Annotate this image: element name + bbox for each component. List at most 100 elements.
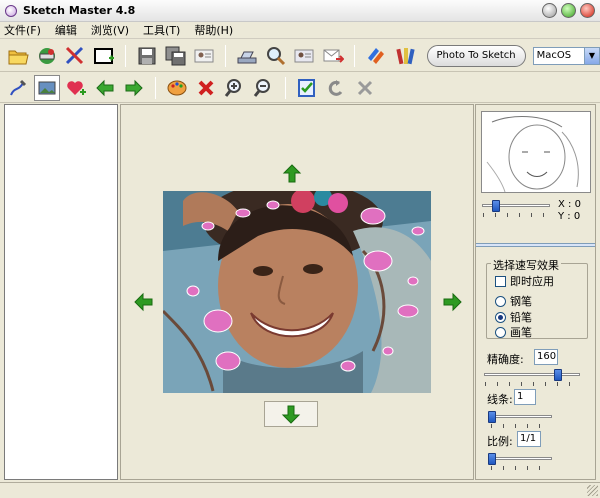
main-toolbar: Photo To Sketch MacOS ▼ bbox=[0, 40, 600, 72]
maximize-button[interactable] bbox=[561, 3, 576, 18]
menu-edit[interactable]: 编辑 bbox=[55, 22, 77, 38]
save-all-button[interactable] bbox=[163, 43, 189, 69]
magnifier-icon bbox=[266, 46, 285, 65]
open-folder-button[interactable] bbox=[5, 43, 31, 69]
ratio-slider-thumb[interactable] bbox=[488, 453, 496, 465]
menu-help[interactable]: 帮助(H) bbox=[194, 22, 233, 38]
precision-slider-track[interactable] bbox=[484, 373, 580, 376]
coordinate-readout: X : 0 Y : 0 bbox=[558, 199, 581, 223]
arrow-left-icon bbox=[134, 292, 153, 312]
effect-radio-pen[interactable]: 钢笔 bbox=[495, 293, 532, 309]
coord-y: Y : 0 bbox=[558, 211, 581, 222]
menu-bar: 文件(F) 编辑 浏览(V) 工具(T) 帮助(H) bbox=[0, 22, 600, 39]
toolbar-separator bbox=[354, 44, 356, 67]
brushes-icon bbox=[396, 47, 415, 64]
email-button[interactable] bbox=[320, 43, 346, 69]
menu-file[interactable]: 文件(F) bbox=[4, 22, 41, 38]
effect-radio-pencil[interactable]: 铅笔 bbox=[495, 309, 532, 325]
user-card-button[interactable] bbox=[292, 43, 318, 69]
preview-position-ticks bbox=[483, 213, 549, 217]
delete-button[interactable] bbox=[193, 75, 219, 101]
panel-divider bbox=[476, 243, 595, 247]
tools-button[interactable] bbox=[62, 43, 88, 69]
save-button[interactable] bbox=[134, 43, 160, 69]
arrow-down-icon bbox=[281, 405, 301, 424]
brushes-button[interactable] bbox=[392, 43, 418, 69]
preview-position-thumb[interactable] bbox=[492, 200, 500, 212]
disk-icon bbox=[138, 47, 156, 64]
arrow-right-icon bbox=[125, 79, 143, 96]
frame-icon bbox=[94, 47, 115, 64]
radio-button[interactable] bbox=[495, 326, 506, 338]
new-frame-button[interactable] bbox=[91, 43, 117, 69]
pencil-swirl-icon bbox=[10, 79, 27, 95]
effect-radio-brush[interactable]: 画笔 bbox=[495, 324, 532, 340]
heart-plus-icon bbox=[67, 80, 86, 95]
move-left-button[interactable] bbox=[133, 291, 155, 313]
radio-button[interactable] bbox=[495, 295, 506, 307]
toolbar-separator bbox=[155, 76, 156, 99]
effect-label: 画笔 bbox=[510, 326, 532, 339]
instant-apply-checkbox[interactable]: 即时应用 bbox=[495, 273, 554, 289]
lines-slider-track[interactable] bbox=[490, 415, 552, 418]
settings-panel: X : 0 Y : 0 选择速写效果 即时应用 钢笔 铅笔 画笔 精确度: 16… bbox=[475, 104, 596, 480]
palette-button[interactable] bbox=[164, 75, 190, 101]
image-view-button[interactable] bbox=[34, 74, 60, 101]
user-card-icon bbox=[294, 49, 314, 62]
move-right-button[interactable] bbox=[441, 291, 463, 313]
lines-slider-thumb[interactable] bbox=[488, 411, 496, 423]
red-x-icon bbox=[198, 80, 214, 95]
contact-card-button[interactable] bbox=[191, 43, 217, 69]
sketch-tool-button[interactable] bbox=[5, 75, 31, 101]
radio-button-selected[interactable] bbox=[495, 311, 506, 323]
zoom-out-button[interactable] bbox=[251, 75, 277, 101]
minimize-button[interactable] bbox=[542, 3, 557, 18]
image-canvas[interactable] bbox=[120, 104, 474, 480]
lines-input[interactable]: 1 bbox=[514, 389, 536, 405]
effect-group-title: 选择速写效果 bbox=[491, 257, 561, 273]
app-icon bbox=[5, 4, 17, 17]
arrow-up-icon bbox=[282, 164, 302, 183]
chevron-down-icon[interactable]: ▼ bbox=[583, 47, 599, 64]
forward-button[interactable] bbox=[121, 75, 147, 101]
file-list-panel[interactable] bbox=[4, 104, 118, 480]
convert-button[interactable] bbox=[363, 43, 389, 69]
portrait-photo-drawing bbox=[163, 191, 431, 393]
toolbar-separator bbox=[124, 44, 126, 67]
ratio-input[interactable]: 1/1 bbox=[517, 431, 541, 447]
precision-slider-thumb[interactable] bbox=[554, 369, 563, 381]
close-button[interactable] bbox=[580, 3, 595, 18]
folder-icon bbox=[8, 50, 29, 64]
precision-label: 精确度: bbox=[487, 353, 524, 366]
scanner-device-icon bbox=[237, 51, 257, 63]
undo-button[interactable] bbox=[323, 75, 349, 101]
precision-slider-ticks bbox=[485, 382, 579, 386]
ratio-slider-ticks bbox=[491, 466, 551, 470]
style-select[interactable]: MacOS ▼ bbox=[532, 46, 600, 65]
back-button[interactable] bbox=[92, 75, 118, 101]
card-icon bbox=[194, 49, 214, 62]
check-doc-icon bbox=[298, 78, 315, 97]
move-down-button[interactable] bbox=[264, 401, 318, 427]
photo-to-sketch-button[interactable]: Photo To Sketch bbox=[426, 44, 526, 67]
zoom-in-button[interactable] bbox=[222, 75, 248, 101]
apply-button[interactable] bbox=[294, 75, 320, 101]
precision-input[interactable]: 160 bbox=[534, 349, 558, 365]
scan-button[interactable] bbox=[34, 43, 60, 69]
zoom-button[interactable] bbox=[263, 43, 289, 69]
menu-view[interactable]: 浏览(V) bbox=[91, 22, 129, 38]
move-up-button[interactable] bbox=[281, 163, 303, 185]
convert-icon bbox=[367, 47, 384, 64]
window-controls bbox=[542, 3, 595, 18]
cancel-button[interactable] bbox=[352, 75, 378, 101]
scanner-device-button[interactable] bbox=[234, 43, 260, 69]
ratio-slider-track[interactable] bbox=[490, 457, 552, 460]
tools-icon bbox=[66, 46, 84, 64]
scanner-icon bbox=[38, 47, 55, 64]
zoom-in-icon bbox=[224, 78, 241, 97]
menu-tools[interactable]: 工具(T) bbox=[143, 22, 180, 38]
resize-grip[interactable] bbox=[587, 485, 598, 496]
arrow-left-icon bbox=[96, 79, 114, 96]
favorite-add-button[interactable] bbox=[63, 75, 89, 101]
checkbox-box[interactable] bbox=[495, 275, 506, 287]
